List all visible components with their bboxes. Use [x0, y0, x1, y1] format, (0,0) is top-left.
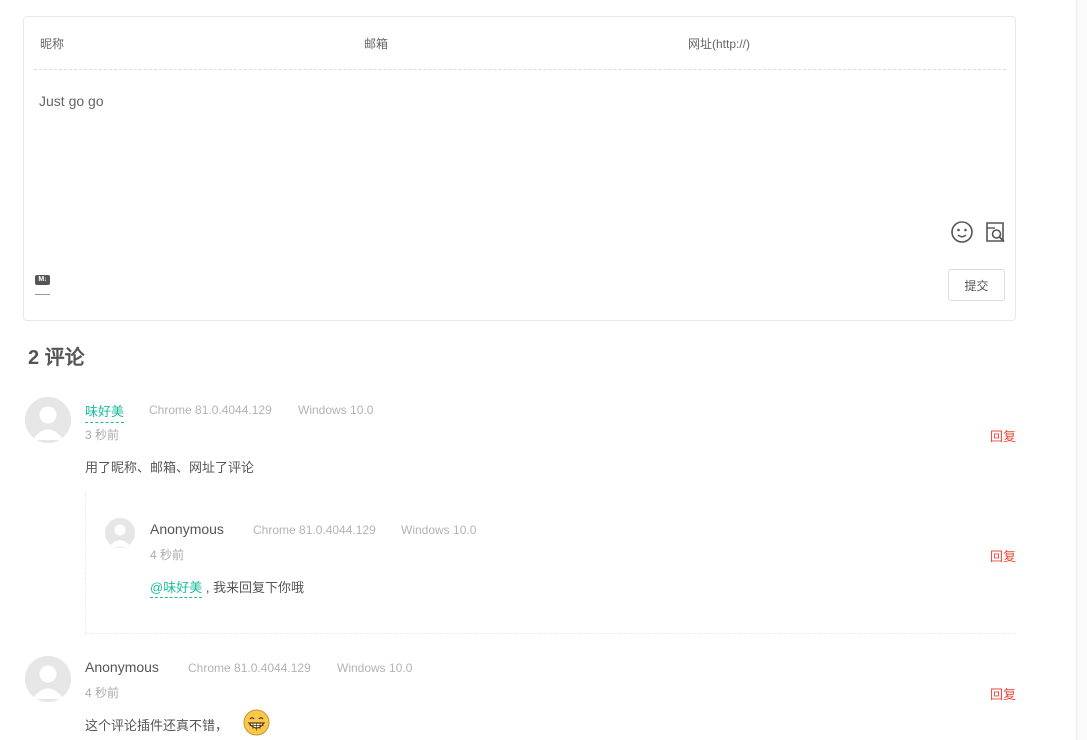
comment-time: 3 秒前	[85, 428, 120, 442]
comment-form: Just go go M↓ 提交	[23, 16, 1016, 321]
reply-time: 4 秒前	[150, 548, 185, 562]
website-input[interactable]	[682, 17, 982, 70]
avatar	[25, 656, 71, 702]
reply-content: @味好美 , 我来回复下你哦	[150, 577, 305, 598]
scrollbar[interactable]	[1076, 0, 1087, 740]
browser-info: Chrome 81.0.4044.129	[149, 403, 272, 417]
avatar	[105, 518, 135, 548]
reply-thread	[85, 493, 1016, 634]
os-info: Windows 10.0	[401, 523, 477, 537]
comment-time: 4 秒前	[85, 686, 120, 700]
reply-nick: Anonymous	[150, 521, 224, 537]
browser-info: Chrome 81.0.4044.129	[188, 661, 311, 675]
email-input[interactable]	[358, 17, 658, 70]
emoji-icon[interactable]	[951, 221, 973, 243]
reply-button[interactable]: 回复	[990, 426, 1016, 445]
markdown-badge: M↓	[35, 275, 50, 285]
comment-content: 用了昵称、邮箱、网址了评论	[85, 460, 255, 475]
comment-content: 这个评论插件还真不错，	[85, 718, 229, 733]
mention-link[interactable]: @味好美	[150, 580, 203, 598]
preview-icon[interactable]	[984, 221, 1006, 243]
markdown-underline	[35, 294, 50, 295]
avatar	[25, 397, 71, 443]
comment-editor[interactable]: Just go go	[39, 91, 1001, 211]
reply-button[interactable]: 回复	[990, 684, 1016, 703]
reply-text: , 我来回复下你哦	[202, 580, 305, 595]
comment-nick: Anonymous	[85, 659, 159, 675]
nick-input[interactable]	[34, 17, 334, 70]
grinning-face-icon	[243, 709, 270, 736]
comment-nick[interactable]: 味好美	[85, 401, 125, 423]
os-info: Windows 10.0	[298, 403, 374, 417]
page: Just go go M↓ 提交 2 评论	[0, 0, 1087, 740]
comment-count: 2 评论	[28, 347, 85, 369]
browser-info: Chrome 81.0.4044.129	[253, 523, 376, 537]
os-info: Windows 10.0	[337, 661, 413, 675]
submit-button[interactable]: 提交	[948, 269, 1005, 301]
form-header	[34, 17, 1006, 70]
markdown-icon[interactable]: M↓	[35, 275, 51, 297]
reply-button[interactable]: 回复	[990, 546, 1016, 565]
